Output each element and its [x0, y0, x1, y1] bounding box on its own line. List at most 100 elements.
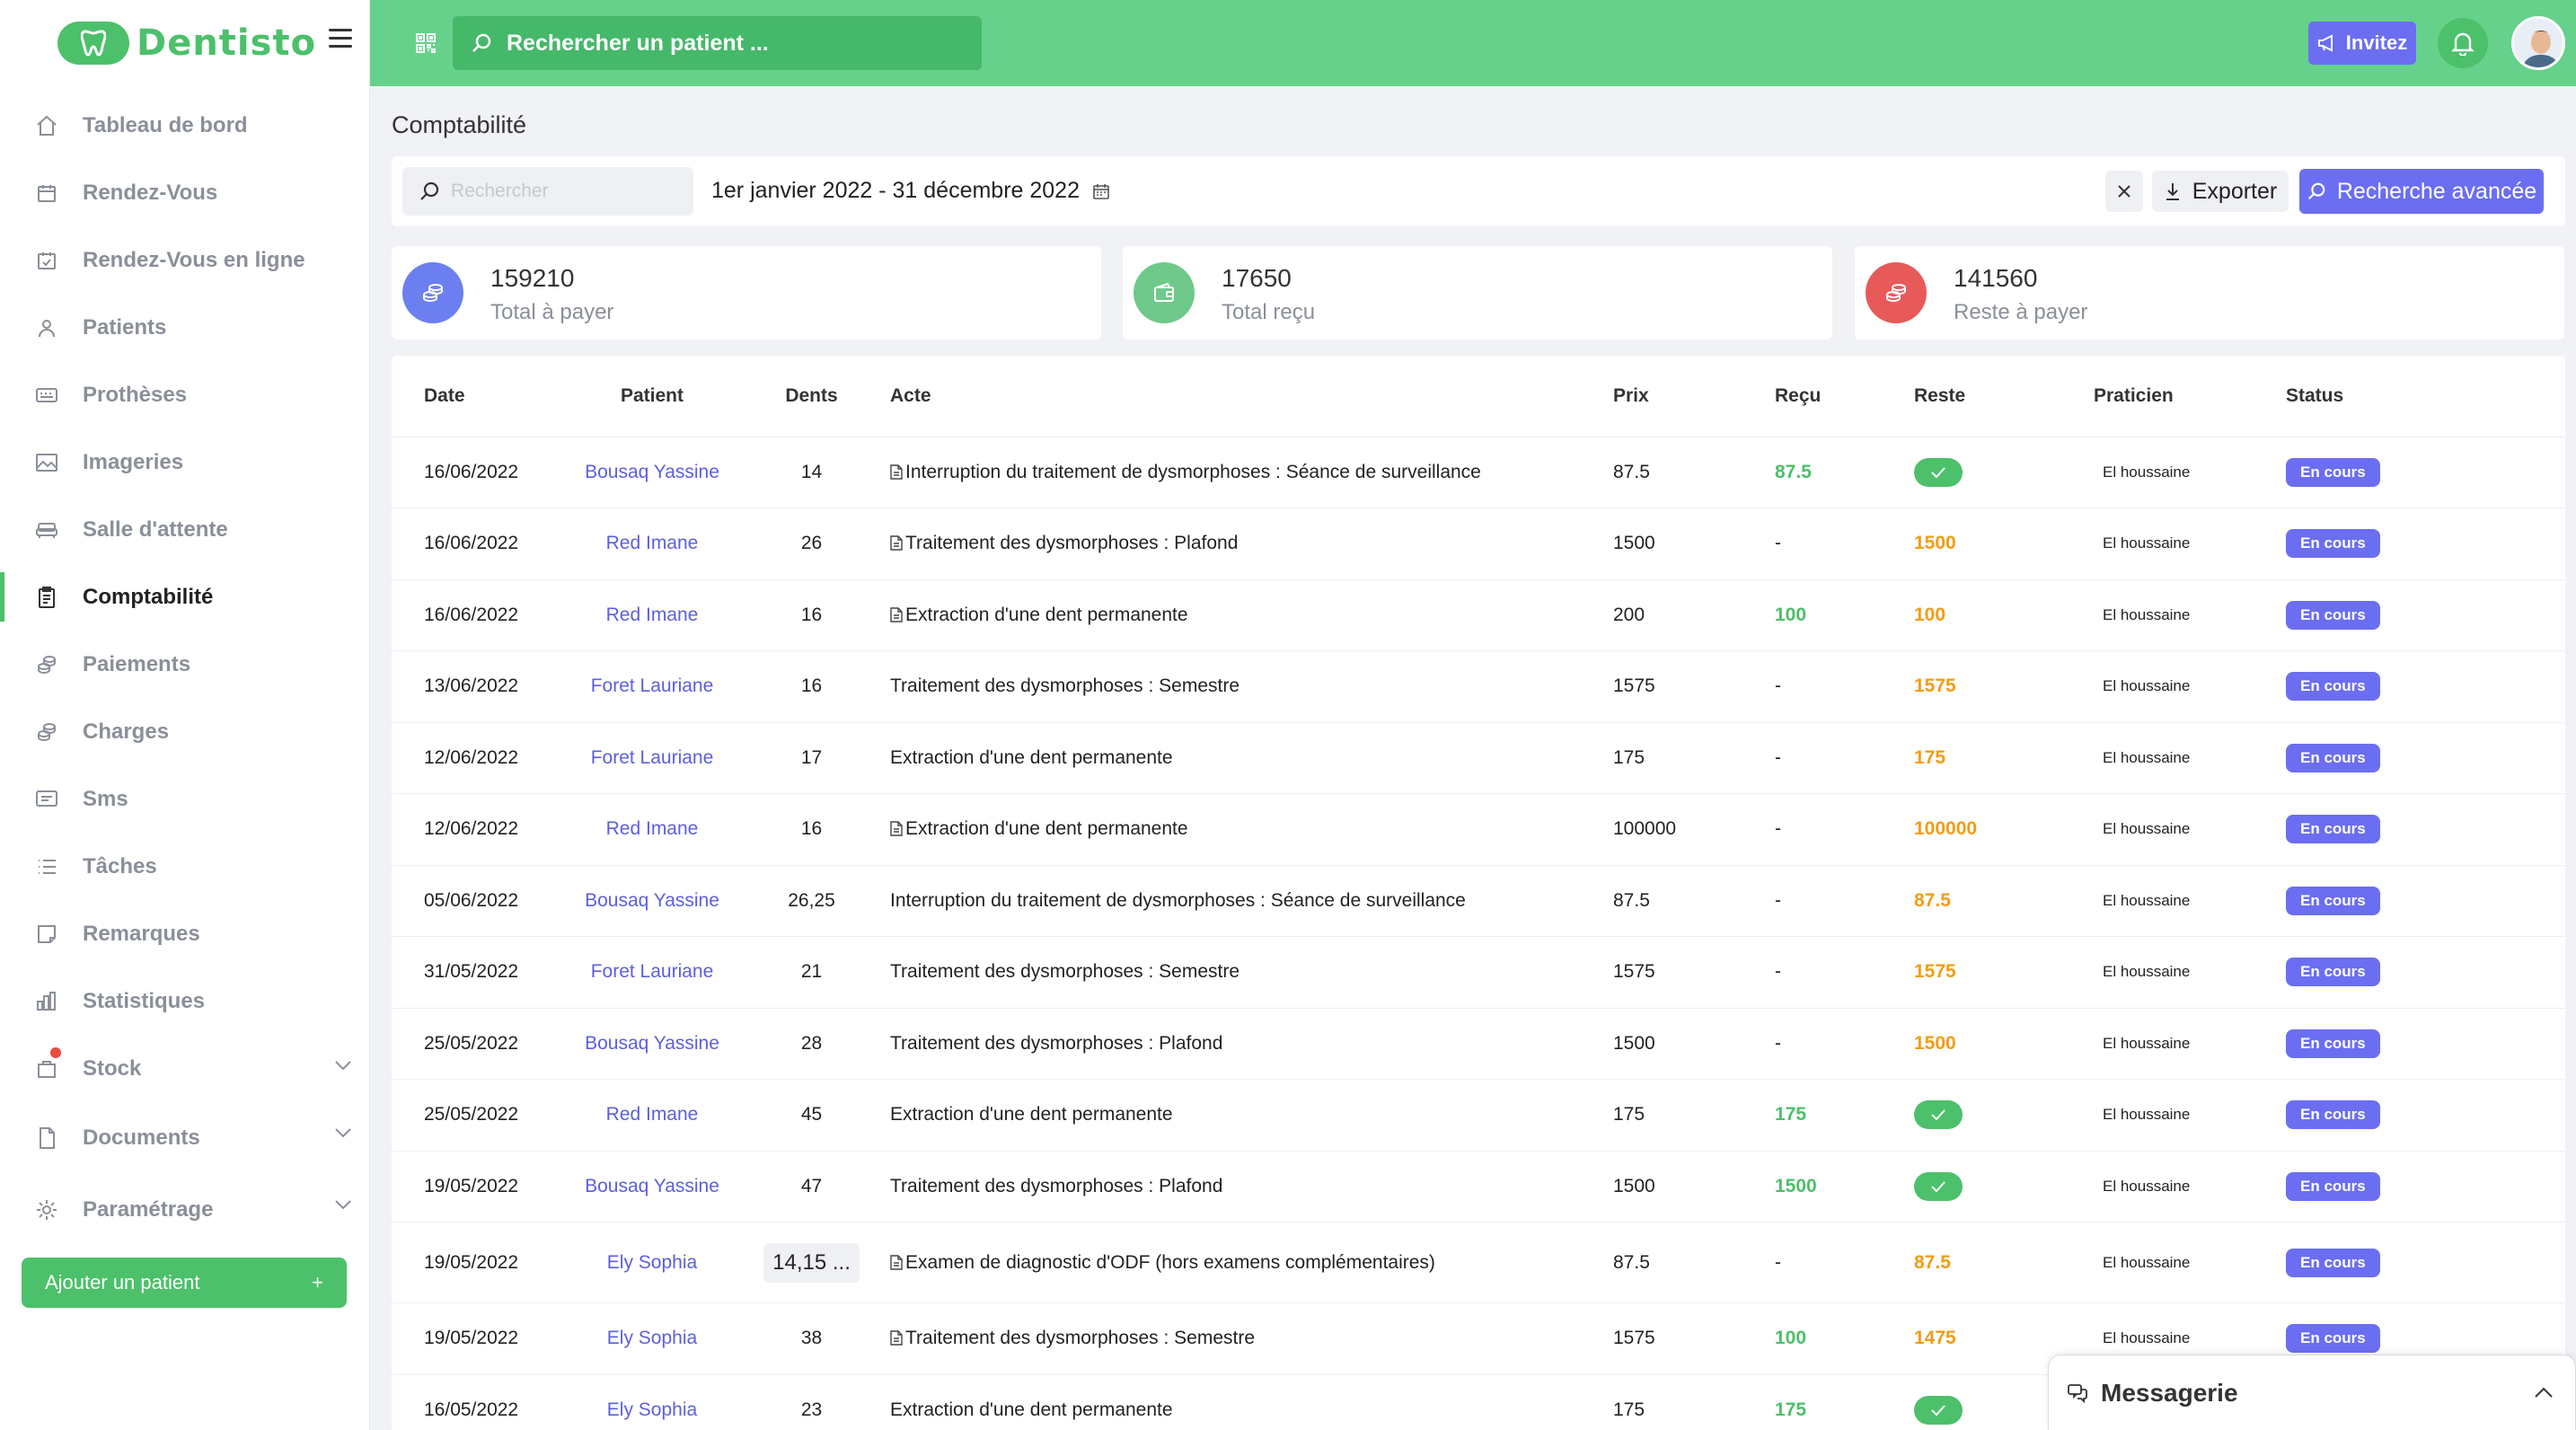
cell-patient-link[interactable]: Ely Sophia [571, 1302, 733, 1375]
col-header-date[interactable]: Date [392, 356, 571, 437]
table-row[interactable]: 19/05/2022 Bousaq Yassine 47 Traitement des… [392, 1151, 2565, 1223]
sidebar-item-patients[interactable]: Patients [0, 294, 370, 361]
cell-patient-link[interactable]: Red Imane [571, 1079, 733, 1152]
cell-patient-link[interactable]: Foret Lauriane [571, 650, 733, 723]
messaging-panel[interactable]: Messagerie [2048, 1355, 2576, 1430]
cell-status: En cours [2264, 1079, 2565, 1152]
sidebar-item-salle-d-attente[interactable]: Salle d'attente [0, 496, 370, 563]
sidebar-item-rendez-vous[interactable]: Rendez-Vous [0, 159, 370, 226]
advanced-search-button[interactable]: Recherche avancée [2299, 169, 2544, 214]
sidebar-item-taches[interactable]: Tâches [0, 833, 370, 900]
col-header-recu[interactable]: Reçu [1775, 356, 1914, 437]
cell-status: En cours [2264, 793, 2565, 866]
add-patient-button[interactable]: Ajouter un patient + [22, 1258, 347, 1308]
app-logo[interactable]: Dentisto [57, 14, 316, 72]
sidebar-item-remarques[interactable]: Remarques [0, 900, 370, 967]
col-header-status[interactable]: Status [2264, 356, 2565, 437]
chevron-down-icon [335, 1200, 351, 1210]
sidebar-item-documents[interactable]: Documents [0, 1102, 370, 1174]
table-row[interactable]: 16/06/2022 Bousaq Yassine 14 Interruption d… [392, 437, 2565, 508]
cell-praticien: El houssaine [2085, 1008, 2264, 1080]
box-icon [34, 1056, 59, 1081]
patient-search-input[interactable]: Rechercher un patient ... [453, 16, 982, 70]
cell-prix: 1575 [1613, 1302, 1775, 1375]
notifications-button[interactable] [2438, 18, 2488, 68]
status-badge[interactable]: En cours [2286, 600, 2380, 630]
document-icon [890, 821, 903, 836]
status-badge[interactable]: En cours [2286, 886, 2380, 915]
table-row[interactable]: 16/06/2022 Red Imane 26 Traitement des dysm… [392, 508, 2565, 580]
cell-patient-link[interactable]: Ely Sophia [571, 1222, 733, 1303]
cell-patient-link[interactable]: Foret Lauriane [571, 936, 733, 1009]
sidebar-item-protheses[interactable]: Prothèses [0, 361, 370, 428]
sidebar-item-imageries[interactable]: Imageries [0, 428, 370, 496]
cell-patient-link[interactable]: Bousaq Yassine [571, 865, 733, 937]
table-row[interactable]: 12/06/2022 Red Imane 16 Extraction d'une de… [392, 793, 2565, 866]
acte-label: Examen de diagnostic d'ODF (hors examens… [905, 1251, 1435, 1273]
search-icon [2307, 182, 2325, 200]
status-badge[interactable]: En cours [2286, 1171, 2380, 1201]
cell-patient-link[interactable]: Foret Lauriane [571, 722, 733, 794]
cell-patient-link[interactable]: Red Imane [571, 579, 733, 651]
status-badge[interactable]: En cours [2286, 672, 2380, 702]
sidebar-item-rendez-vous-en-ligne[interactable]: Rendez-Vous en ligne [0, 226, 370, 294]
sidebar-item-paiements[interactable]: Paiements [0, 631, 370, 698]
couch-icon [34, 517, 59, 543]
cell-patient-link[interactable]: Bousaq Yassine [571, 1008, 733, 1080]
table-row[interactable]: 05/06/2022 Bousaq Yassine 26,25 Interruptio… [392, 865, 2565, 937]
cell-patient-link[interactable]: Bousaq Yassine [571, 1151, 733, 1223]
col-header-dents[interactable]: Dents [733, 356, 890, 437]
reste-value: 87.5 [1914, 889, 1951, 911]
col-header-praticien[interactable]: Praticien [2085, 356, 2264, 437]
sidebar-item-sms[interactable]: Sms [0, 765, 370, 833]
sidebar-item-parametrage[interactable]: Paramétrage [0, 1174, 370, 1246]
cell-patient-link[interactable]: Red Imane [571, 793, 733, 866]
table-row[interactable]: 25/05/2022 Bousaq Yassine 28 Traitement des… [392, 1008, 2565, 1080]
teeth-value: 26,25 [788, 889, 835, 911]
list-icon [34, 854, 59, 879]
sidebar-item-comptabilite[interactable]: Comptabilité [0, 563, 370, 631]
col-header-prix[interactable]: Prix [1613, 356, 1775, 437]
status-badge[interactable]: En cours [2286, 815, 2380, 844]
cell-reste: 1575 [1914, 650, 2085, 723]
table-row[interactable]: 12/06/2022 Foret Lauriane 17 Extraction d'u… [392, 722, 2565, 794]
status-badge[interactable]: En cours [2286, 1028, 2380, 1058]
cell-patient-link[interactable]: Ely Sophia [571, 1374, 733, 1430]
qr-code-icon[interactable] [415, 32, 437, 58]
cell-patient-link[interactable]: Red Imane [571, 508, 733, 580]
table-row[interactable]: 16/06/2022 Red Imane 16 Extraction d'une de… [392, 579, 2565, 651]
export-button[interactable]: Exporter [2152, 171, 2289, 212]
col-header-patient[interactable]: Patient [571, 356, 733, 437]
table-search-field[interactable] [402, 167, 693, 216]
status-badge[interactable]: En cours [2286, 529, 2380, 559]
status-badge[interactable]: En cours [2286, 457, 2380, 487]
date-range-picker[interactable]: 1er janvier 2022 - 31 décembre 2022 [711, 178, 1110, 204]
cell-patient-link[interactable]: Bousaq Yassine [571, 437, 733, 508]
clear-filter-button[interactable] [2105, 171, 2143, 212]
table-header-row: Date Patient Dents Acte Prix Reçu Reste … [392, 356, 2565, 437]
col-header-reste[interactable]: Reste [1914, 356, 2085, 437]
cell-reste: 87.5 [1914, 1222, 2085, 1303]
status-badge[interactable]: En cours [2286, 743, 2380, 772]
invite-button[interactable]: Invitez [2308, 22, 2416, 65]
sidebar-item-tableau-de-bord[interactable]: Tableau de bord [0, 92, 370, 159]
sidebar-item-charges[interactable]: Charges [0, 698, 370, 765]
sidebar-item-label: Paiements [83, 651, 191, 676]
status-badge[interactable]: En cours [2286, 1324, 2380, 1354]
col-header-acte[interactable]: Acte [890, 356, 1613, 437]
status-badge[interactable]: En cours [2286, 958, 2380, 987]
sidebar-item-statistiques[interactable]: Statistiques [0, 967, 370, 1035]
table-row[interactable]: 13/06/2022 Foret Lauriane 16 Traitement des… [392, 650, 2565, 723]
table-row[interactable]: 31/05/2022 Foret Lauriane 21 Traitement des… [392, 936, 2565, 1009]
table-search-input[interactable] [451, 181, 684, 202]
cell-status: En cours [2264, 579, 2565, 651]
table-row[interactable]: 25/05/2022 Red Imane 45 Extraction d'une de… [392, 1079, 2565, 1152]
teeth-value: 26 [800, 533, 823, 554]
menu-toggle-icon[interactable] [329, 29, 352, 49]
status-badge[interactable]: En cours [2286, 1248, 2380, 1277]
status-badge[interactable]: En cours [2286, 1100, 2380, 1130]
teeth-pill[interactable]: 14,15 ... [763, 1242, 860, 1283]
user-avatar[interactable] [2511, 16, 2565, 70]
table-row[interactable]: 19/05/2022 Ely Sophia 14,15 ... Examen de d… [392, 1222, 2565, 1303]
sidebar-item-stock[interactable]: Stock [0, 1035, 370, 1102]
